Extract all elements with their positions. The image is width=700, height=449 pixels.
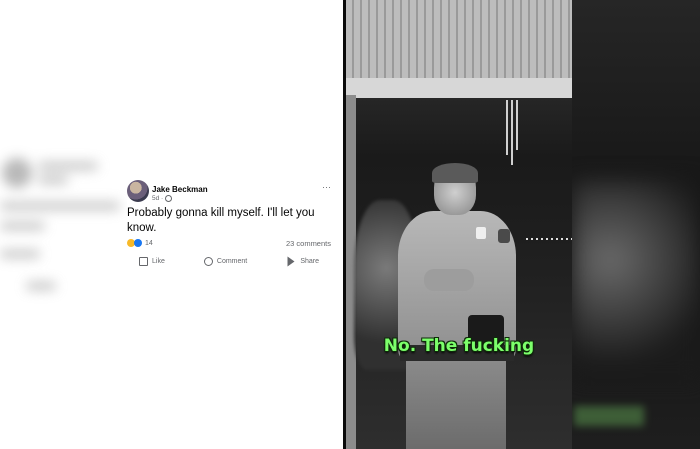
thumbs-up-icon <box>139 257 148 266</box>
blurred-right-panel <box>572 0 700 449</box>
shoulder-patch-icon <box>498 229 510 243</box>
badge-icon <box>476 227 486 239</box>
facebook-screenshot-panel: Jake Beckman 5d · ··· Probably gonna kil… <box>0 0 345 449</box>
officer-arms <box>424 269 474 291</box>
post-body: Probably gonna kill myself. I'll let you… <box>127 207 315 234</box>
like-button[interactable]: Like <box>127 257 177 266</box>
post-time[interactable]: 5d · <box>152 195 163 202</box>
porch-ceiling <box>346 0 572 78</box>
blurred-figure <box>572 180 700 380</box>
comment-bubble-icon <box>203 257 213 266</box>
post-actions: Like Comment Share <box>127 256 331 267</box>
more-options-icon[interactable]: ··· <box>322 182 331 192</box>
blurred-line <box>26 282 56 290</box>
blurred-line <box>38 162 98 170</box>
reaction-count: 14 <box>145 239 153 247</box>
string-lights <box>526 238 572 240</box>
like-reaction-icon <box>134 239 142 247</box>
blurred-line <box>38 176 68 184</box>
like-label: Like <box>152 258 165 265</box>
blurred-line <box>0 222 45 230</box>
video-caption: No. The fucking <box>383 336 535 356</box>
reactions[interactable]: 14 <box>127 239 153 247</box>
share-arrow-icon <box>287 256 295 267</box>
blurred-avatar <box>2 158 32 188</box>
windchime-icon <box>504 80 522 165</box>
post-author[interactable]: Jake Beckman <box>152 185 208 194</box>
porch-beam <box>346 78 572 98</box>
globe-icon <box>165 195 173 202</box>
blurred-line <box>0 202 120 210</box>
beanie <box>432 163 478 183</box>
avatar[interactable] <box>127 180 149 202</box>
blurred-background-post <box>0 150 130 310</box>
blurred-line <box>0 250 40 258</box>
bodycam-video-frame: No. The fucking <box>346 0 572 449</box>
comment-label: Comment <box>216 258 248 265</box>
share-label: Share <box>300 258 319 265</box>
facebook-post: Jake Beckman 5d · ··· Probably gonna kil… <box>127 180 337 280</box>
post-meta: 5d · <box>152 195 173 202</box>
blurred-caption <box>574 406 644 426</box>
officer-legs <box>406 361 506 449</box>
share-button[interactable]: Share <box>274 256 331 267</box>
comment-button[interactable]: Comment <box>192 257 259 266</box>
officer-figure <box>386 163 526 449</box>
comments-count[interactable]: 23 comments <box>286 239 331 248</box>
